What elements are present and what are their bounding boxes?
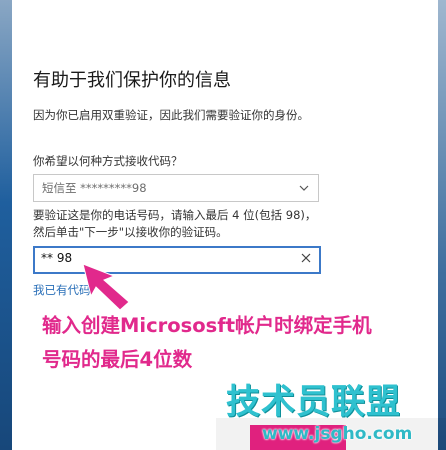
watermark-logo-text: 技术员联盟 [226, 382, 401, 422]
method-label: 你希望以何种方式接收代码？ [33, 154, 183, 168]
watermark-url: www.jsgho.com [262, 424, 413, 444]
verification-method-select[interactable]: 短信至 *********98 [33, 174, 319, 202]
instructions-text: 要验证这是你的电话号码，请输入最后 4 位(包括 98)， 然后单击"下一步"以… [33, 207, 333, 241]
close-icon[interactable] [301, 253, 311, 263]
chevron-down-icon [299, 185, 309, 191]
dialog-description: 因为你已启用双重验证，因此我们需要验证你的身份。 [33, 108, 309, 122]
instructions-line-2: 然后单击"下一步"以接收你的验证码。 [33, 225, 228, 239]
method-selected-value: 短信至 *********98 [42, 181, 147, 195]
dialog-title: 有助于我们保护你的信息 [33, 70, 231, 91]
desktop-background-right [438, 0, 446, 450]
have-code-link[interactable]: 我已有代码 [33, 282, 91, 298]
annotation-line-2: 号码的最后4位数 [42, 348, 193, 371]
instructions-line-1: 要验证这是你的电话号码，请输入最后 4 位(包括 98)， [33, 208, 317, 222]
phone-last-digits-value: ** 98 [41, 251, 73, 265]
desktop-background-left [0, 0, 12, 450]
annotation-line-1: 输入创建Micrososft帐户时绑定手机 [42, 314, 372, 337]
phone-last-digits-input[interactable]: ** 98 [33, 246, 321, 274]
